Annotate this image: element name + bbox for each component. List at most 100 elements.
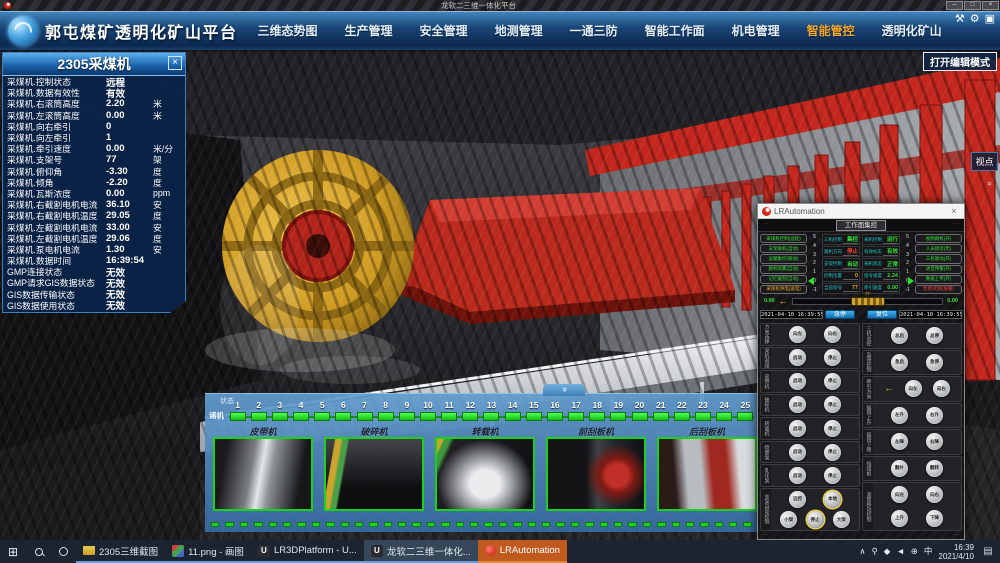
round-button-总停[interactable]: 总停 — [926, 327, 943, 344]
round-button-向左[interactable]: 向左 — [789, 326, 806, 343]
slider-handle[interactable] — [851, 297, 885, 306]
cortana-button[interactable] — [51, 540, 76, 563]
support-status-block[interactable] — [251, 412, 267, 421]
support-status-block[interactable] — [505, 412, 521, 421]
nav-item-地测管理[interactable]: 地测管理 — [495, 22, 543, 39]
support-status-block[interactable] — [230, 412, 246, 421]
automation-left-small-button[interactable]: 跟机喷雾(自动) — [760, 265, 807, 274]
support-status-block[interactable] — [314, 412, 330, 421]
support-status-block[interactable] — [716, 412, 732, 421]
round-button-向左[interactable]: 向左 — [891, 486, 908, 503]
panel-close-icon[interactable]: × — [168, 56, 182, 70]
round-button-小架[interactable]: 小架 — [780, 511, 797, 528]
viewpoint-tab[interactable]: 视点 — [971, 152, 998, 171]
round-button-停止[interactable]: 停止 — [824, 349, 841, 366]
round-button-向左[interactable]: 向左 — [905, 380, 922, 397]
nav-item-安全管理[interactable]: 安全管理 — [420, 22, 468, 39]
shield-icon[interactable]: ◆ — [884, 547, 891, 556]
automation-left-small-button[interactable]: 支架跟机(自动) — [760, 244, 807, 253]
round-button-上升[interactable]: 上升 — [891, 510, 908, 527]
taskbar-task[interactable]: 2305三维截图 — [76, 540, 165, 563]
support-status-block[interactable] — [293, 412, 309, 421]
search-button[interactable] — [26, 540, 51, 563]
close-button[interactable]: × — [982, 1, 999, 10]
lrautomation-close-icon[interactable]: × — [948, 206, 960, 216]
round-button-向右[interactable]: 向右 — [824, 326, 841, 343]
gear-icon[interactable]: ⚙ — [970, 14, 980, 25]
round-button-向右[interactable]: 向右 — [933, 380, 950, 397]
round-button-停止[interactable]: 停止 — [807, 511, 824, 528]
round-button-停止[interactable]: 停止 — [824, 396, 841, 413]
support-status-block[interactable] — [610, 412, 626, 421]
round-button-总启[interactable]: 总启 — [891, 327, 908, 344]
camera-feed-前刮板机[interactable] — [546, 437, 646, 511]
round-button-急启[interactable]: 急启 — [891, 354, 908, 371]
taskbar-task[interactable]: 11.png - 画图 — [165, 540, 251, 563]
round-button-启动[interactable]: 启动 — [789, 467, 806, 484]
round-button-远控[interactable]: 远控 — [789, 491, 806, 508]
camera-feed-转载机[interactable] — [435, 437, 535, 511]
automation-left-small-button[interactable]: 采煤机供电(送电) — [760, 285, 807, 294]
support-status-block[interactable] — [272, 412, 288, 421]
support-status-block[interactable] — [547, 412, 563, 421]
taskbar-task[interactable]: U龙软二三维一体化... — [364, 540, 478, 563]
round-button-翻片[interactable]: 翻片 — [891, 460, 908, 477]
emergency-stop-button[interactable]: 急停 — [825, 310, 855, 319]
taskbar-task[interactable]: ULR3DPlatform - U... — [251, 540, 364, 563]
restore-icon[interactable]: ▣ — [985, 14, 995, 25]
taskbar-clock[interactable]: 16:39 2021/4/10 — [938, 543, 974, 561]
round-button-翻转[interactable]: 翻转 — [926, 460, 943, 477]
notification-center-icon[interactable]: ▤ — [980, 546, 996, 557]
camera-feed-破碎机[interactable] — [324, 437, 424, 511]
camera-feed-后刮板机[interactable] — [657, 437, 757, 511]
automation-right-small-button[interactable]: 急停/闭锁(报警) — [915, 285, 962, 294]
reset-button[interactable]: 复位 — [867, 310, 897, 319]
support-status-block[interactable] — [653, 412, 669, 421]
round-button-急停[interactable]: 急停 — [926, 354, 943, 371]
support-status-block[interactable] — [737, 412, 753, 421]
round-button-右降[interactable]: 右降 — [926, 433, 943, 450]
support-status-block[interactable] — [695, 412, 711, 421]
automation-right-small-button[interactable]: 人员接近(无) — [915, 244, 962, 253]
support-status-block[interactable] — [674, 412, 690, 421]
support-status-block[interactable] — [526, 412, 542, 421]
support-status-block[interactable] — [462, 412, 478, 421]
round-button-启动[interactable]: 启动 — [789, 420, 806, 437]
round-button-停止[interactable]: 停止 — [824, 373, 841, 390]
round-button-向右[interactable]: 向右 — [926, 486, 943, 503]
round-button-左降[interactable]: 左降 — [891, 433, 908, 450]
collapse-strip-button[interactable]: « — [543, 384, 585, 396]
nav-item-透明化矿山[interactable]: 透明化矿山 — [882, 22, 942, 39]
microphone-icon[interactable]: ⚲ — [872, 547, 878, 556]
support-status-block[interactable] — [420, 412, 436, 421]
network-icon[interactable]: ⊕ — [911, 547, 918, 556]
round-button-启动[interactable]: 启动 — [789, 349, 806, 366]
position-slider[interactable]: 77 — [792, 298, 944, 305]
minimize-button[interactable]: ─ — [946, 1, 963, 10]
support-status-block[interactable] — [483, 412, 499, 421]
support-status-block[interactable] — [357, 412, 373, 421]
automation-left-small-button[interactable]: 记忆截割(自动) — [760, 275, 807, 284]
chevron-up-icon[interactable]: ∧ — [859, 547, 865, 556]
automation-right-small-button[interactable]: 三机联动(开) — [915, 254, 962, 263]
round-button-启动[interactable]: 启动 — [789, 396, 806, 413]
tab-workface-control[interactable]: 工作面集控 — [836, 220, 887, 231]
start-button[interactable]: ⊞ — [0, 540, 26, 563]
nav-item-智能管控[interactable]: 智能管控 — [807, 22, 855, 39]
nav-item-智能工作面[interactable]: 智能工作面 — [645, 22, 705, 39]
round-button-停止[interactable]: 停止 — [824, 467, 841, 484]
round-button-启动[interactable]: 启动 — [789, 444, 806, 461]
nav-item-机电管理[interactable]: 机电管理 — [732, 22, 780, 39]
tools-icon[interactable]: ⚒ — [955, 14, 965, 25]
support-status-block[interactable] — [335, 412, 351, 421]
camera-feed-皮带机[interactable] — [213, 437, 313, 511]
round-button-右升[interactable]: 右升 — [926, 407, 943, 424]
round-button-下降[interactable]: 下降 — [926, 510, 943, 527]
open-edit-mode-button[interactable]: 打开编辑模式 — [923, 52, 997, 71]
automation-right-small-button[interactable]: 视频跟机(开) — [915, 234, 962, 243]
nav-item-生产管理[interactable]: 生产管理 — [345, 22, 393, 39]
automation-right-small-button[interactable]: 数据上传(开) — [915, 275, 962, 284]
viewpoint-chevron-icon[interactable]: « — [984, 181, 993, 185]
nav-item-一通三防[interactable]: 一通三防 — [570, 22, 618, 39]
round-button-停止[interactable]: 停止 — [824, 444, 841, 461]
